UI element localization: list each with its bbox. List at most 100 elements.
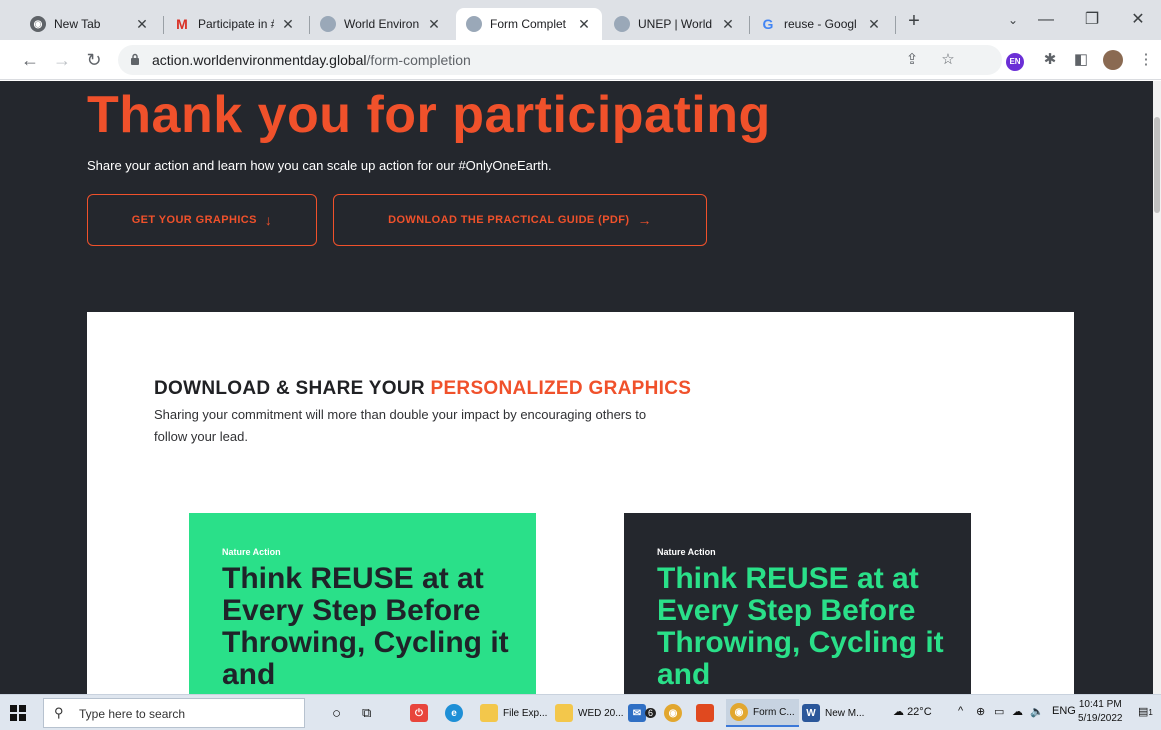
search-placeholder: Type here to search xyxy=(79,707,186,721)
close-icon[interactable]: ✕ xyxy=(576,16,592,33)
tab-new-tab[interactable]: ◉ New Tab ✕ xyxy=(20,8,160,40)
extension-en-icon[interactable]: EN xyxy=(1005,50,1025,71)
office-icon xyxy=(696,704,714,722)
url-text[interactable]: action.worldenvironmentday.global/form-c… xyxy=(152,52,471,68)
taskbar-search-input[interactable]: ⚲ Type here to search xyxy=(43,698,305,728)
scrollbar-thumb[interactable] xyxy=(1154,117,1160,213)
edge-icon: e xyxy=(445,704,463,722)
section-heading-accent: PERSONALIZED GRAPHICS xyxy=(430,378,692,399)
notification-glyph: ▤ xyxy=(1138,706,1149,718)
cloud-icon: ☁ xyxy=(893,706,904,718)
close-icon[interactable]: ✕ xyxy=(720,16,736,33)
mail-badge: 6 xyxy=(645,708,657,718)
tray-chevron-icon[interactable]: ^ xyxy=(958,705,963,717)
address-bar[interactable]: action.worldenvironmentday.global/form-c… xyxy=(118,45,1002,75)
taskbar-edge[interactable]: e xyxy=(445,699,468,727)
lock-icon[interactable] xyxy=(130,53,140,65)
tab-google-reuse[interactable]: G reuse - Googl ✕ xyxy=(750,8,892,40)
wed-globe-icon xyxy=(614,16,630,32)
taskbar-office[interactable] xyxy=(696,699,719,727)
taskbar-app-red[interactable]: ⏻ xyxy=(410,699,433,727)
notifications-icon[interactable]: ▤1 xyxy=(1138,705,1153,718)
new-tab-button[interactable]: + xyxy=(902,10,926,34)
taskbar-mail[interactable]: ✉ 6 xyxy=(628,699,657,727)
folder-icon xyxy=(555,704,573,722)
folder-icon xyxy=(480,704,498,722)
share-icon[interactable]: ⇪ xyxy=(902,50,922,70)
graphic-kicker: Nature Action xyxy=(657,547,716,557)
side-panel-icon[interactable]: ◧ xyxy=(1071,50,1091,70)
volume-icon[interactable]: 🔈 xyxy=(1030,705,1044,718)
taskbar-clock[interactable]: 10:41 PM 5/19/2022 xyxy=(1078,698,1123,726)
graphic-dark[interactable]: Nature Action Think REUSE at at Every St… xyxy=(624,513,971,694)
graphic-text: Think REUSE at at Every Step Before Thro… xyxy=(657,562,944,691)
download-guide-button[interactable]: DOWNLOAD THE PRACTICAL GUIDE (PDF) → xyxy=(333,194,707,246)
taskbar-wed-folder[interactable]: WED 20... xyxy=(555,699,624,727)
search-icon: ⚲ xyxy=(54,705,64,720)
language-indicator[interactable]: ENG xyxy=(1052,705,1076,717)
display-icon[interactable]: ▭ xyxy=(994,705,1004,718)
tab-title: World Environ xyxy=(344,17,420,31)
bookmark-star-icon[interactable]: ☆ xyxy=(938,50,958,70)
task-view-icon[interactable]: ⧉ xyxy=(362,699,371,727)
graphic-kicker: Nature Action xyxy=(222,547,281,557)
gmail-icon: M xyxy=(176,16,188,32)
taskbar-app-label: Form C... xyxy=(753,706,795,718)
get-graphics-label: GET YOUR GRAPHICS xyxy=(131,214,257,226)
taskbar-file-explorer[interactable]: File Exp... xyxy=(480,699,547,727)
chrome-icon: ◉ xyxy=(664,704,682,722)
back-icon[interactable]: ← xyxy=(18,48,42,72)
page-title: Thank you for participating xyxy=(87,86,771,144)
wed-globe-icon xyxy=(320,16,336,32)
google-icon: G xyxy=(762,16,774,32)
tab-divider xyxy=(895,16,896,34)
taskbar-app-label: File Exp... xyxy=(503,707,548,719)
browser-toolbar: ← → ↻ action.worldenvironmentday.global/… xyxy=(0,40,1161,80)
network-icon[interactable]: ⊕ xyxy=(976,705,985,718)
tab-strip: ◉ New Tab ✕ M Participate in # ✕ World E… xyxy=(0,0,1161,40)
notification-badge: 1 xyxy=(1148,708,1153,717)
page-content: Thank you for participating Share your a… xyxy=(0,81,1153,694)
weather-widget[interactable]: ☁ 22°C xyxy=(893,705,932,718)
extensions-puzzle-icon[interactable]: ✱ xyxy=(1040,50,1060,70)
graphic-green[interactable]: Nature Action Think REUSE at at Every St… xyxy=(189,513,536,694)
restore-icon[interactable]: ❐ xyxy=(1069,6,1115,34)
tab-gmail[interactable]: M Participate in # ✕ xyxy=(164,8,306,40)
tab-form-completion[interactable]: Form Complet ✕ xyxy=(456,8,602,40)
tab-title: New Tab xyxy=(54,17,101,31)
close-icon[interactable]: ✕ xyxy=(280,16,296,33)
tab-world-environment[interactable]: World Environ ✕ xyxy=(310,8,452,40)
page-subtitle: Share your action and learn how you can … xyxy=(87,158,552,173)
tab-title: UNEP | World xyxy=(638,17,713,31)
menu-kebab-icon[interactable]: ⋮ xyxy=(1136,50,1156,70)
page-scrollbar[interactable] xyxy=(1153,81,1161,694)
section-heading-main: DOWNLOAD & SHARE YOUR xyxy=(154,378,431,399)
arrow-right-icon: → xyxy=(637,212,652,228)
reload-icon[interactable]: ↻ xyxy=(82,48,106,72)
taskbar-chrome[interactable]: ◉ xyxy=(664,699,687,727)
avatar-image xyxy=(1103,50,1123,70)
avatar[interactable] xyxy=(1103,50,1123,70)
forward-icon[interactable]: → xyxy=(50,48,74,72)
onedrive-icon[interactable]: ☁ xyxy=(1012,705,1023,718)
close-icon[interactable]: ✕ xyxy=(134,16,150,33)
weather-temp: 22°C xyxy=(907,706,932,718)
url-domain: action.worldenvironmentday.global xyxy=(152,52,367,68)
close-window-icon[interactable]: ✕ xyxy=(1115,6,1161,34)
minimize-icon[interactable]: — xyxy=(1023,6,1069,34)
windows-taskbar: ⚲ Type here to search ○ ⧉ ⏻ e File Exp..… xyxy=(0,694,1161,730)
windows-start-icon[interactable] xyxy=(10,705,26,721)
tab-title: Form Complet xyxy=(490,17,567,31)
cortana-icon[interactable]: ○ xyxy=(332,699,341,727)
tab-title: Participate in # xyxy=(198,17,274,31)
close-icon[interactable]: ✕ xyxy=(866,16,882,33)
word-icon: W xyxy=(802,704,820,722)
taskbar-word[interactable]: W New M... xyxy=(802,699,864,727)
close-icon[interactable]: ✕ xyxy=(426,16,442,33)
mail-icon: ✉ xyxy=(628,704,646,722)
download-guide-label: DOWNLOAD THE PRACTICAL GUIDE (PDF) xyxy=(388,214,630,226)
tab-unep[interactable]: UNEP | World ✕ xyxy=(604,8,746,40)
taskbar-form-chrome[interactable]: ◉ Form C... xyxy=(726,699,799,727)
get-graphics-button[interactable]: GET YOUR GRAPHICS ↓ xyxy=(87,194,317,246)
chrome-icon: ◉ xyxy=(730,703,748,721)
